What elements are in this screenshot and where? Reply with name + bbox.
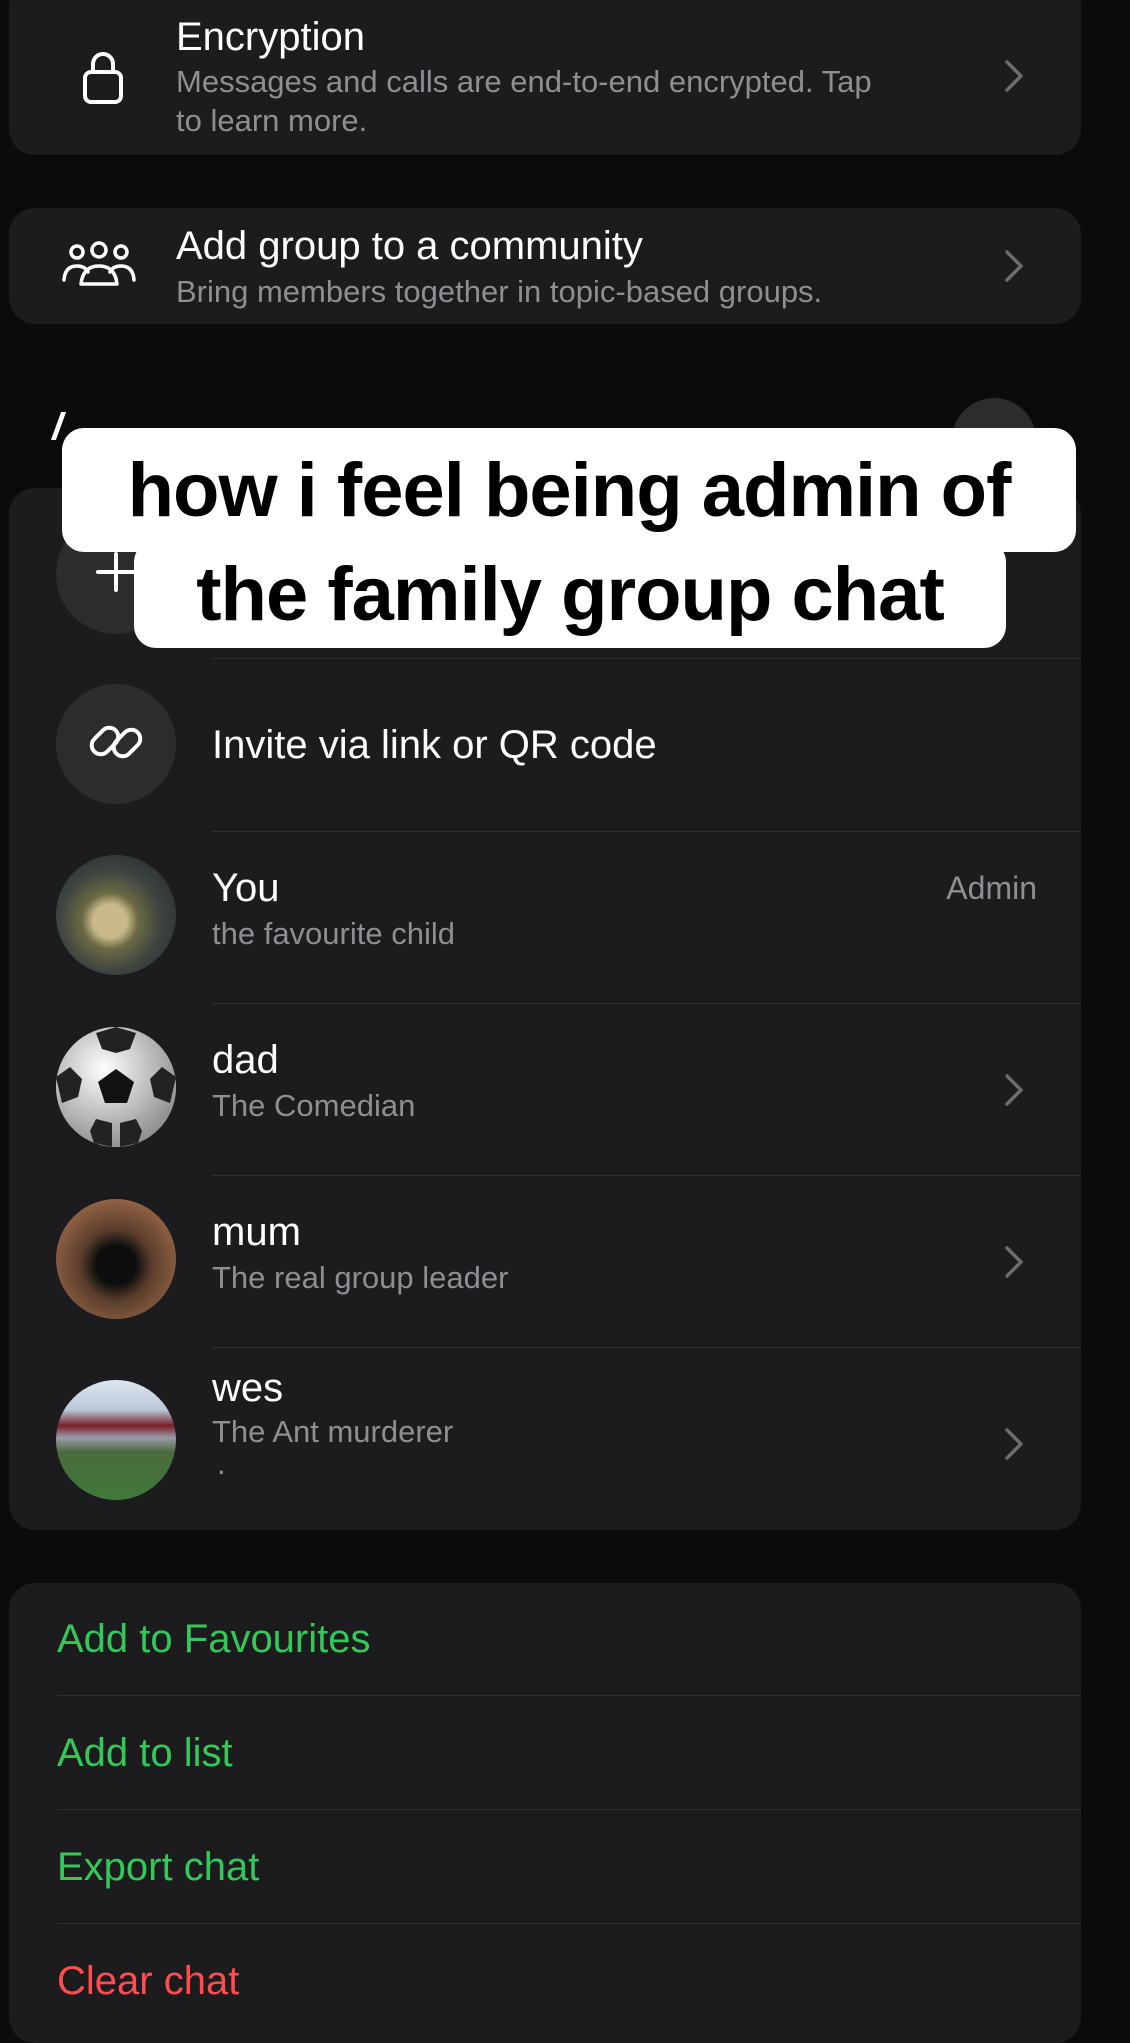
add-to-community-card[interactable]: Add group to a community Bring members t… bbox=[9, 208, 1081, 324]
caption-line-1: how i feel being admin of bbox=[62, 428, 1076, 552]
divider bbox=[57, 1923, 1081, 1924]
encryption-title: Encryption bbox=[176, 15, 365, 59]
actions-card: Add to Favourites Add to list Export cha… bbox=[9, 1583, 1081, 2043]
admin-badge: Admin bbox=[946, 870, 1037, 906]
chevron-right-icon bbox=[1003, 1244, 1025, 1280]
member-row[interactable]: wes The Ant murderer . bbox=[9, 1348, 1081, 1530]
add-to-list-button[interactable]: Add to list bbox=[57, 1731, 233, 1776]
link-icon-circle bbox=[56, 684, 176, 804]
avatar bbox=[56, 1199, 176, 1319]
member-row[interactable]: dad The Comedian bbox=[9, 1004, 1081, 1176]
encryption-card[interactable]: Encryption Messages and calls are end-to… bbox=[9, 0, 1081, 155]
avatar bbox=[56, 1380, 176, 1500]
divider bbox=[212, 658, 1081, 659]
clear-chat-button[interactable]: Clear chat bbox=[57, 1959, 239, 2004]
member-about-extra: . bbox=[217, 1446, 226, 1481]
plus-icon bbox=[94, 550, 138, 599]
invite-label: Invite via link or QR code bbox=[212, 723, 657, 767]
member-name: You bbox=[212, 866, 280, 910]
member-name: wes bbox=[212, 1366, 284, 1410]
chevron-right-icon bbox=[1003, 1426, 1025, 1462]
caption-line-2: the family group chat bbox=[134, 540, 1006, 648]
divider bbox=[57, 1695, 1081, 1696]
community-icon bbox=[61, 240, 137, 295]
export-chat-button[interactable]: Export chat bbox=[57, 1845, 259, 1890]
lock-icon bbox=[79, 48, 133, 111]
divider bbox=[57, 1809, 1081, 1810]
encryption-subtitle-line1: Messages and calls are end-to-end encryp… bbox=[176, 64, 872, 99]
community-subtitle: Bring members together in topic-based gr… bbox=[176, 274, 823, 309]
member-about: the favourite child bbox=[212, 916, 455, 951]
avatar bbox=[56, 855, 176, 975]
soccer-ball-icon bbox=[56, 1027, 176, 1147]
member-name: mum bbox=[212, 1210, 301, 1254]
member-row[interactable]: mum The real group leader bbox=[9, 1176, 1081, 1348]
chevron-right-icon bbox=[1003, 1072, 1025, 1108]
link-icon bbox=[86, 712, 146, 777]
community-title: Add group to a community bbox=[176, 224, 643, 268]
invite-link-row[interactable]: Invite via link or QR code bbox=[9, 660, 1081, 832]
member-about: The Ant murderer bbox=[212, 1414, 454, 1449]
encryption-subtitle-line2: to learn more. bbox=[176, 103, 368, 138]
member-about: The real group leader bbox=[212, 1260, 509, 1295]
chevron-right-icon bbox=[1003, 58, 1025, 94]
member-about: The Comedian bbox=[212, 1088, 416, 1123]
member-name: dad bbox=[212, 1038, 279, 1082]
avatar bbox=[56, 1027, 176, 1147]
member-row[interactable]: You the favourite child Admin bbox=[9, 832, 1081, 1004]
add-to-favourites-button[interactable]: Add to Favourites bbox=[57, 1617, 371, 1662]
chevron-right-icon bbox=[1003, 248, 1025, 284]
